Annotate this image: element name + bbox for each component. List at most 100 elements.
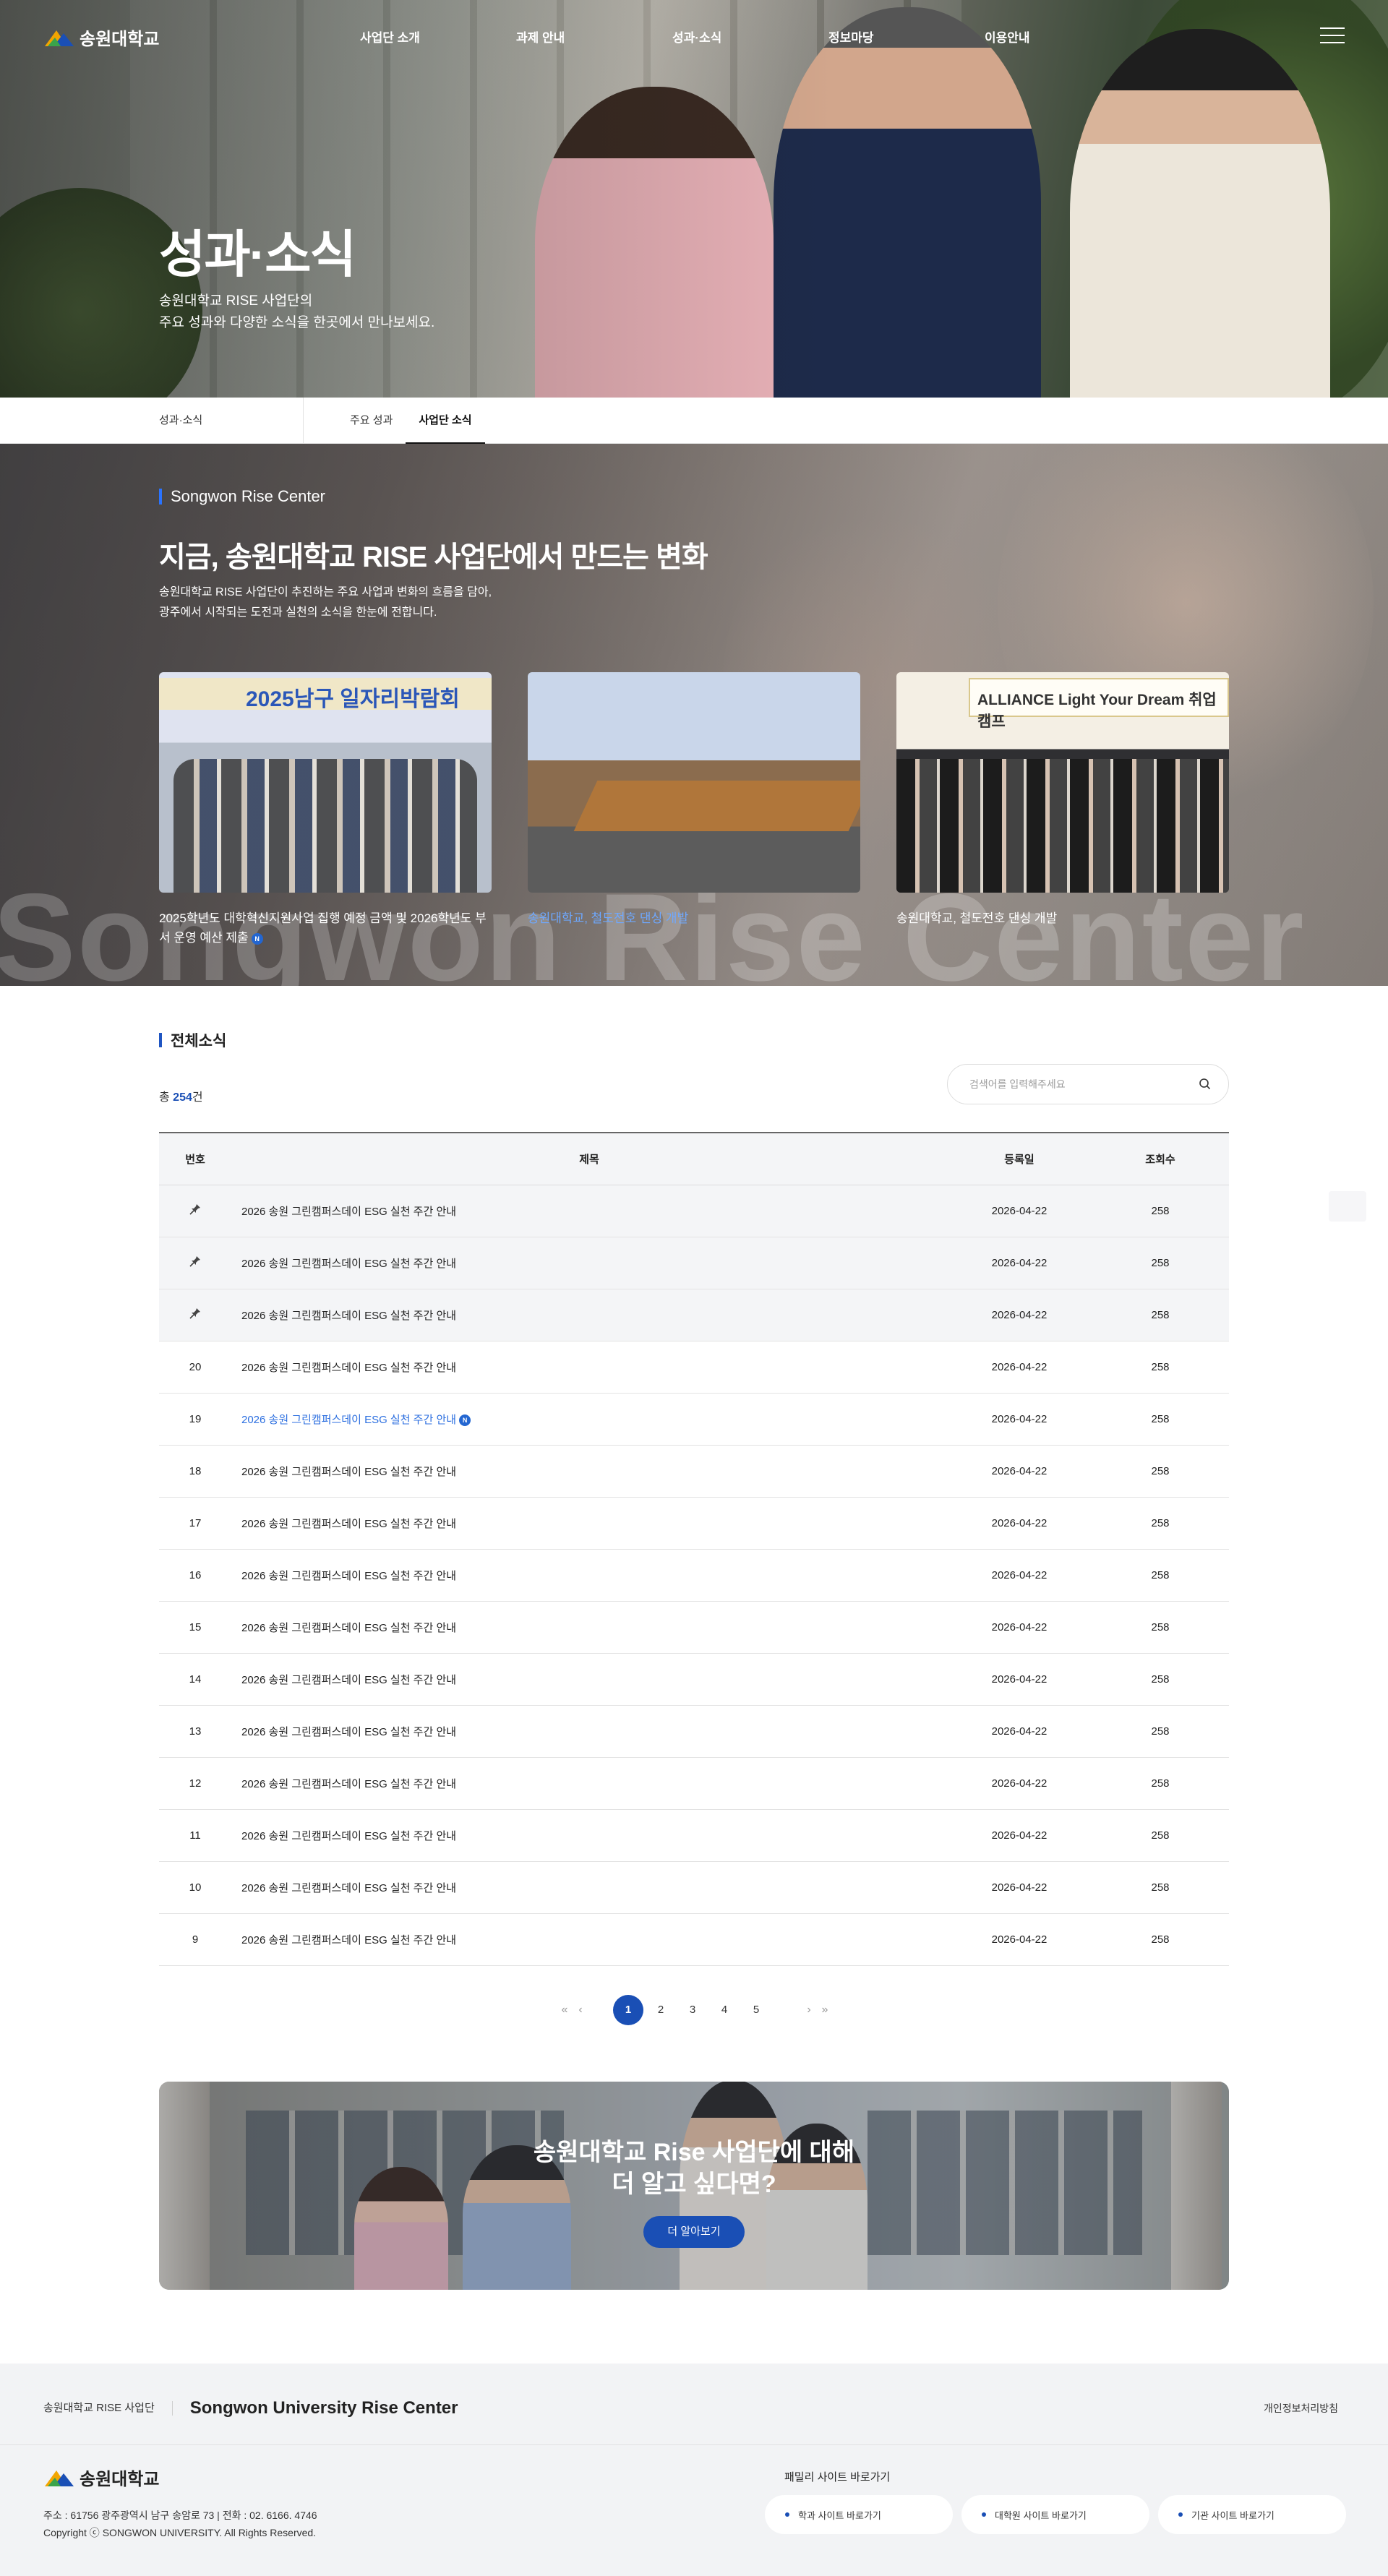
row-number: 14 (159, 1653, 231, 1706)
table-row[interactable]: 12 2026 송원 그린캠퍼스데이 ESG 실천 주간 안내 2026-04-22… (159, 1757, 1229, 1810)
table-row[interactable]: 16 2026 송원 그린캠퍼스데이 ESG 실천 주간 안내 2026-04-22… (159, 1549, 1229, 1602)
row-views: 258 (1092, 1705, 1229, 1758)
row-views: 258 (1092, 1809, 1229, 1862)
hamburger-menu-icon[interactable] (1320, 27, 1345, 45)
row-date: 2026-04-22 (947, 1237, 1092, 1289)
row-title-link[interactable]: 2026 송원 그린캠퍼스데이 ESG 실천 주간 안내 (241, 1778, 456, 1790)
row-title-cell: 2026 송원 그린캠퍼스데이 ESG 실천 주간 안내 (231, 1913, 947, 1966)
nav-item-news[interactable]: 성과·소식 (672, 27, 828, 46)
accent-bar (159, 489, 162, 505)
privacy-policy-link[interactable]: 개인정보처리방침 (1264, 2401, 1338, 2416)
page-1[interactable]: 1 (613, 1995, 643, 2025)
family-sites: 학과 사이트 바로가기 대학원 사이트 바로가기 기관 사이트 바로가기 (765, 2495, 1346, 2534)
family-site-link-institution[interactable]: 기관 사이트 바로가기 (1158, 2495, 1346, 2534)
row-title-link[interactable]: 2026 송원 그린캠퍼스데이 ESG 실천 주간 안내 (241, 1466, 456, 1478)
row-title-link[interactable]: 2026 송원 그린캠퍼스데이 ESG 실천 주간 안내 (241, 1726, 456, 1738)
row-views: 258 (1092, 1653, 1229, 1706)
row-title-link[interactable]: 2026 송원 그린캠퍼스데이 ESG 실천 주간 안내 (241, 1882, 456, 1894)
row-title-link[interactable]: 2026 송원 그린캠퍼스데이 ESG 실천 주간 안내 (241, 1518, 456, 1530)
footer-org-name: 송원대학교 RISE 사업단 (43, 2401, 173, 2416)
news-card[interactable]: 2025남구 일자리박람회 2025학년도 대학혁신지원사업 집행 예정 금액 … (159, 672, 492, 948)
table-row[interactable]: 14 2026 송원 그린캠퍼스데이 ESG 실천 주간 안내 2026-04-22… (159, 1653, 1229, 1706)
first-page-icon[interactable]: « (557, 2004, 573, 2017)
row-title-cell: 2026 송원 그린캠퍼스데이 ESG 실천 주간 안내 (231, 1861, 947, 1914)
row-title-cell: 2026 송원 그린캠퍼스데이 ESG 실천 주간 안내 (231, 1757, 947, 1810)
logo-text: 송원대학교 (80, 30, 160, 49)
row-title-link[interactable]: 2026 송원 그린캠퍼스데이 ESG 실천 주간 안내 (241, 1934, 456, 1946)
row-views: 258 (1092, 1549, 1229, 1602)
accent-bar (159, 1033, 162, 1047)
table-row[interactable]: 2026 송원 그린캠퍼스데이 ESG 실천 주간 안내 2026-04-22 25… (159, 1289, 1229, 1341)
row-number: 17 (159, 1497, 231, 1550)
table-row[interactable]: 13 2026 송원 그린캠퍼스데이 ESG 실천 주간 안내 2026-04-22… (159, 1705, 1229, 1758)
row-number: 9 (159, 1913, 231, 1966)
table-row[interactable]: 2026 송원 그린캠퍼스데이 ESG 실천 주간 안내 2026-04-22 25… (159, 1237, 1229, 1289)
row-views: 258 (1092, 1185, 1229, 1237)
row-views: 258 (1092, 1913, 1229, 1966)
table-row[interactable]: 2026 송원 그린캠퍼스데이 ESG 실천 주간 안내 2026-04-22 25… (159, 1185, 1229, 1237)
row-title-link[interactable]: 2026 송원 그린캠퍼스데이 ESG 실천 주간 안내 (241, 1622, 456, 1634)
row-date: 2026-04-22 (947, 1705, 1092, 1758)
breadcrumb[interactable]: 성과·소식 (159, 398, 304, 444)
row-date: 2026-04-22 (947, 1861, 1092, 1914)
page-2[interactable]: 2 (645, 1995, 677, 2025)
nav-item-about[interactable]: 사업단 소개 (360, 27, 516, 46)
news-card[interactable]: 송원대학교, 철도전호 댄싱 개발 (528, 672, 860, 928)
main-nav: 사업단 소개 과제 안내 성과·소식 정보마당 이용안내 (360, 27, 1141, 46)
table-row[interactable]: 19 2026 송원 그린캠퍼스데이 ESG 실천 주간 안내 N 2026-04-2… (159, 1393, 1229, 1446)
column-header-date: 등록일 (947, 1133, 1092, 1185)
row-date: 2026-04-22 (947, 1549, 1092, 1602)
tab-achievements[interactable]: 주요 성과 (337, 398, 406, 444)
pagination: « ‹ 1 2 3 4 5 › » (557, 1995, 833, 2025)
news-card[interactable]: ALLIANCE Light Your Dream 취업캠프 송원대학교, 철도… (896, 672, 1229, 928)
row-title-link[interactable]: 2026 송원 그린캠퍼스데이 ESG 실천 주간 안내 (241, 1414, 456, 1426)
last-page-icon[interactable]: » (817, 2004, 833, 2017)
site-logo[interactable]: 송원대학교 (43, 25, 159, 50)
row-title-link[interactable]: 2026 송원 그린캠퍼스데이 ESG 실천 주간 안내 (241, 1570, 456, 1582)
search-input[interactable] (969, 1078, 1198, 1090)
row-title-cell: 2026 송원 그린캠퍼스데이 ESG 실천 주간 안내 (231, 1809, 947, 1862)
family-site-link-graduate[interactable]: 대학원 사이트 바로가기 (961, 2495, 1149, 2534)
page-3[interactable]: 3 (677, 1995, 708, 2025)
table-row[interactable]: 9 2026 송원 그린캠퍼스데이 ESG 실천 주간 안내 2026-04-22 2… (159, 1913, 1229, 1966)
prev-page-icon[interactable]: ‹ (573, 2004, 588, 2017)
column-header-views: 조회수 (1092, 1133, 1229, 1185)
page-4[interactable]: 4 (708, 1995, 740, 2025)
hero-section: 송원대학교 사업단 소개 과제 안내 성과·소식 정보마당 이용안내 성과·소식… (0, 0, 1388, 398)
row-title-link[interactable]: 2026 송원 그린캠퍼스데이 ESG 실천 주간 안내 (241, 1206, 456, 1218)
family-site-link-department[interactable]: 학과 사이트 바로가기 (765, 2495, 953, 2534)
nav-item-projects[interactable]: 과제 안내 (516, 27, 672, 46)
next-page-icon[interactable]: › (801, 2004, 817, 2017)
row-number: 16 (159, 1549, 231, 1602)
row-views: 258 (1092, 1445, 1229, 1498)
table-row[interactable]: 20 2026 송원 그린캠퍼스데이 ESG 실천 주간 안내 2026-04-22… (159, 1341, 1229, 1394)
pin-icon (159, 1237, 231, 1289)
row-date: 2026-04-22 (947, 1393, 1092, 1446)
row-number: 12 (159, 1757, 231, 1810)
table-row[interactable]: 15 2026 송원 그린캠퍼스데이 ESG 실천 주간 안내 2026-04-22… (159, 1601, 1229, 1654)
search-icon[interactable] (1198, 1077, 1212, 1091)
learn-more-button[interactable]: 더 알아보기 (643, 2216, 745, 2248)
table-row[interactable]: 17 2026 송원 그린캠퍼스데이 ESG 실천 주간 안내 2026-04-22… (159, 1497, 1229, 1550)
row-date: 2026-04-22 (947, 1445, 1092, 1498)
nav-item-guide[interactable]: 이용안내 (985, 27, 1141, 46)
row-title-link[interactable]: 2026 송원 그린캠퍼스데이 ESG 실천 주간 안내 (241, 1258, 456, 1270)
floating-side-tab[interactable] (1329, 1191, 1366, 1222)
board-heading: 전체소식 (159, 1029, 226, 1051)
table-row[interactable]: 11 2026 송원 그린캠퍼스데이 ESG 실천 주간 안내 2026-04-22… (159, 1809, 1229, 1862)
table-row[interactable]: 18 2026 송원 그린캠퍼스데이 ESG 실천 주간 안내 2026-04-22… (159, 1445, 1229, 1498)
row-date: 2026-04-22 (947, 1601, 1092, 1654)
row-title-link[interactable]: 2026 송원 그린캠퍼스데이 ESG 실천 주간 안내 (241, 1830, 456, 1842)
row-title-link[interactable]: 2026 송원 그린캠퍼스데이 ESG 실천 주간 안내 (241, 1362, 456, 1374)
table-row[interactable]: 10 2026 송원 그린캠퍼스데이 ESG 실천 주간 안내 2026-04-22… (159, 1861, 1229, 1914)
row-views: 258 (1092, 1861, 1229, 1914)
row-views: 258 (1092, 1601, 1229, 1654)
row-title-link[interactable]: 2026 송원 그린캠퍼스데이 ESG 실천 주간 안내 (241, 1674, 456, 1686)
section-eyebrow: Songwon Rise Center (159, 487, 325, 506)
page-5[interactable]: 5 (740, 1995, 772, 2025)
row-title-link[interactable]: 2026 송원 그린캠퍼스데이 ESG 실천 주간 안내 (241, 1310, 456, 1322)
nav-item-info[interactable]: 정보마당 (828, 27, 985, 46)
footer-logo[interactable]: 송원대학교 (43, 2465, 159, 2490)
tab-center-news[interactable]: 사업단 소식 (406, 398, 485, 444)
row-date: 2026-04-22 (947, 1757, 1092, 1810)
